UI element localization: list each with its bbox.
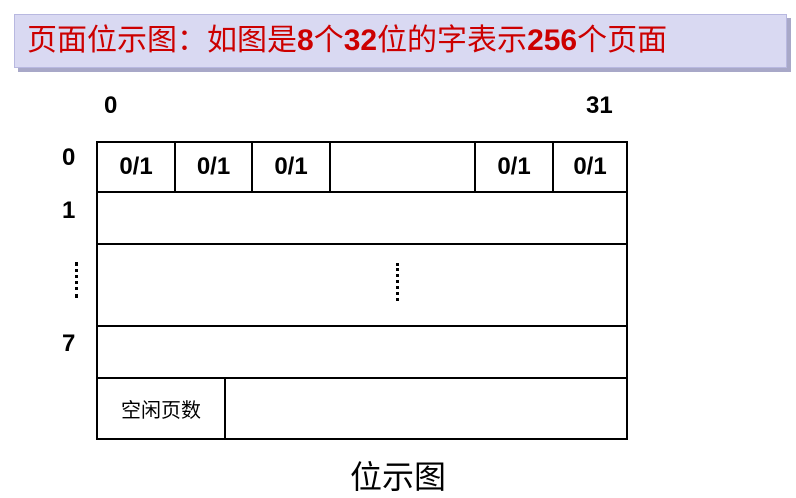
middle-ellipsis-dots [396,263,399,301]
column-label-last: 31 [586,92,613,119]
row-label-7: 7 [62,330,76,357]
bit-cell: 0/1 [176,143,253,191]
title-suffix: 个页面 [577,23,668,58]
title-number-32: 32 [343,24,378,57]
row-label-1: 1 [62,197,76,224]
title-number-256: 256 [527,24,578,57]
title-banner: 页面位示图：如图是8个32位的字表示256个页面 [14,14,787,68]
free-pages-label: 空闲页数 [98,379,226,438]
bit-cell: 0/1 [98,143,176,191]
bitmap-row-7 [96,325,628,379]
bit-cell: 0/1 [573,153,607,180]
row-label-0: 0 [62,144,76,171]
row-ellipsis-dots [75,262,78,298]
bitmap-row-0: 0/1 0/1 0/1 0/1 0/1 [96,141,628,193]
free-pages-row: 空闲页数 [96,377,628,440]
bitmap-row-ellipsis [96,243,628,327]
page-title: 页面位示图：如图是8个32位的字表示256个页面 [27,19,667,63]
bit-cell: 0/1 [476,143,554,191]
diagram-caption: 位示图 [349,458,446,496]
title-number-8: 8 [297,24,314,57]
column-label-first: 0 [104,92,118,119]
bitmap-row-1 [96,191,628,245]
title-mid1: 个 [313,23,344,58]
title-prefix: 页面位示图：如图是 [27,23,297,58]
bit-cell: 0/1 [253,143,331,191]
title-mid2: 位的字表示 [377,23,528,58]
bit-cell-gap [331,143,476,191]
